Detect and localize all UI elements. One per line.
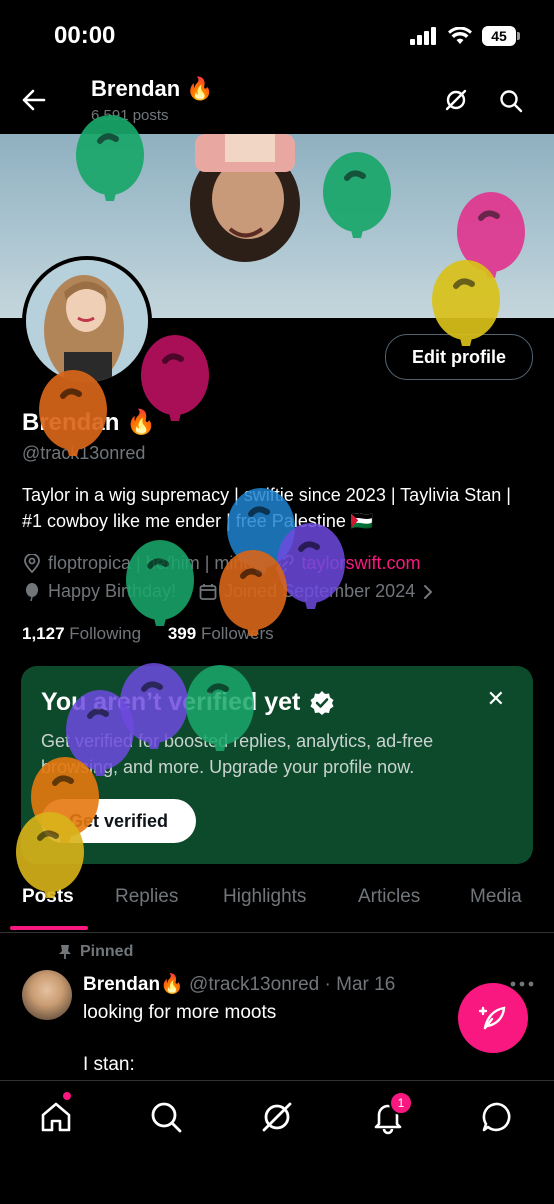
header-name: Brendan 🔥 (91, 76, 214, 101)
pinned-indicator: Pinned (58, 943, 133, 961)
active-tab-indicator (10, 926, 88, 930)
tab-articles[interactable]: Articles (358, 886, 420, 908)
tab-replies[interactable]: Replies (115, 886, 178, 908)
profile-meta-location: floptropica | he/him | minor taylorswift… (22, 553, 420, 574)
battery-icon: 45 (482, 26, 520, 46)
chevron-right-icon[interactable] (421, 583, 435, 601)
explore-search-icon[interactable] (148, 1099, 184, 1135)
verify-title: You aren’t verified yet (41, 688, 336, 717)
grok-nav-icon[interactable] (259, 1099, 295, 1135)
post-line-1: looking for more moots (83, 1002, 277, 1023)
website-link[interactable]: taylorswift.com (301, 553, 420, 574)
home-unread-dot (63, 1092, 71, 1100)
compose-feather-icon (478, 1006, 506, 1030)
profile-bio: Taylor in a wig supremacy | swiftie sinc… (22, 485, 511, 531)
follow-stats: 1,127 Following 399 Followers (22, 624, 274, 644)
profile-handle: @track13onred (22, 443, 146, 463)
profile-tabs: Posts Replies Highlights Articles Media (0, 880, 554, 933)
post-avatar[interactable] (22, 970, 72, 1020)
following-link[interactable]: 1,127 Following (22, 624, 141, 643)
tab-media[interactable]: Media (470, 886, 522, 908)
verify-description: Get verified for boosted replies, analyt… (41, 731, 434, 777)
post-line-2: I stan: (83, 1054, 135, 1075)
profile-avatar[interactable] (22, 256, 152, 386)
get-verified-button[interactable]: Get verified (41, 799, 196, 843)
signal-icon (410, 27, 436, 45)
post-handle: @track13onred (189, 974, 320, 995)
more-options-icon[interactable] (510, 980, 534, 988)
home-icon[interactable] (38, 1099, 74, 1135)
verify-card: You aren’t verified yet ✕ Get verified f… (21, 666, 533, 864)
fire-emoji: 🔥 (180, 76, 214, 101)
header-posts-count: 6,591 posts (91, 107, 169, 124)
joined-text: Joined September 2024 (224, 581, 416, 601)
profile-meta-dates: Happy Birthday! Joined September 2024 (22, 581, 435, 602)
bottom-navigation (0, 1080, 554, 1200)
post-author[interactable]: Brendan (83, 974, 160, 995)
balloon-icon (26, 582, 38, 601)
edit-profile-button[interactable]: Edit profile (385, 334, 533, 380)
status-icons: 45 (410, 26, 520, 46)
pin-icon (59, 945, 71, 959)
fire-emoji: 🔥 (119, 409, 156, 436)
verified-badge-icon (310, 690, 334, 715)
calendar-icon (199, 583, 217, 600)
fire-emoji: 🔥 (160, 974, 184, 995)
location-text: floptropica | he/him | minor (48, 553, 260, 573)
status-time: 00:00 (54, 22, 116, 49)
notifications-badge: 1 (389, 1091, 413, 1115)
back-arrow-icon[interactable] (22, 89, 46, 111)
wifi-icon (448, 27, 472, 44)
profile-name: Brendan 🔥 (22, 409, 156, 436)
tab-posts[interactable]: Posts (22, 886, 74, 908)
grok-icon[interactable] (444, 88, 468, 112)
close-icon[interactable]: ✕ (487, 686, 505, 712)
post-header: Brendan🔥 @track13onred · Mar 16 (83, 972, 395, 996)
link-icon (276, 554, 295, 573)
location-pin-icon (24, 553, 40, 573)
search-icon[interactable] (499, 89, 523, 113)
followers-link[interactable]: 399 Followers (168, 624, 274, 643)
post-text: looking for more moots I stan: (83, 1000, 503, 1078)
post-date: · Mar 16 (324, 974, 396, 995)
messages-icon[interactable] (480, 1099, 516, 1135)
tab-highlights[interactable]: Highlights (223, 886, 306, 908)
birthday-text: Happy Birthday! (48, 581, 177, 601)
compose-post-button[interactable] (458, 983, 528, 1053)
